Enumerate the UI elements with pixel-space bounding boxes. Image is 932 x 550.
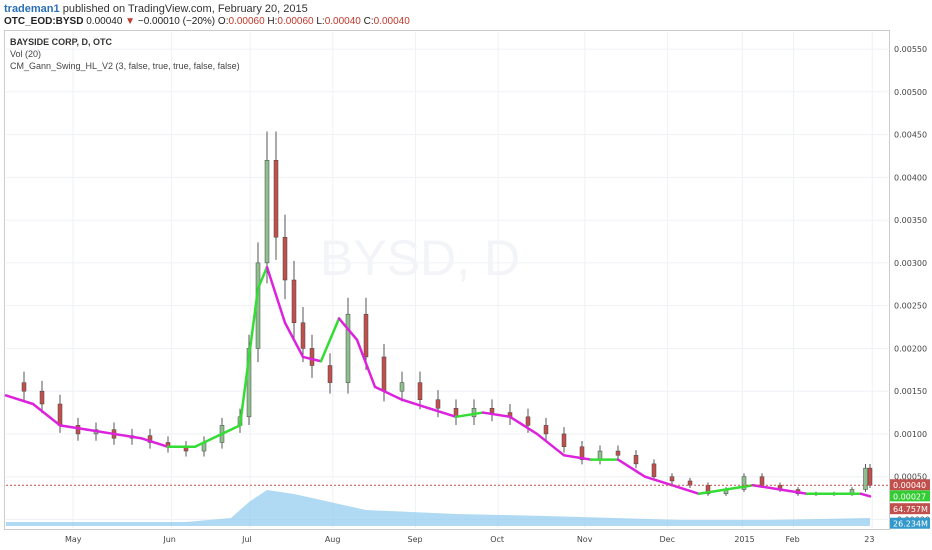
- candle-body: [417, 382, 423, 400]
- y-tick-label: 0.00150: [894, 387, 927, 396]
- candle-body: [300, 322, 306, 349]
- swing-line-segment: [58, 424, 89, 431]
- candle-body: [759, 476, 765, 486]
- y-tick-label: 0.00200: [894, 344, 927, 353]
- y-tick-label: 0.00350: [894, 216, 927, 225]
- candle-body: [615, 450, 621, 456]
- swing-line-segment: [724, 483, 755, 491]
- swing-line-segment: [139, 436, 170, 449]
- candle-body: [39, 390, 45, 405]
- swing-line-segment: [112, 432, 143, 440]
- candle-body: [489, 408, 495, 413]
- price-tag-label: 0.00040: [893, 481, 926, 490]
- swing-line-segment: [373, 385, 404, 401]
- candle-body: [363, 313, 369, 358]
- swing-line-segment: [427, 407, 458, 419]
- candle-body: [597, 450, 603, 460]
- y-tick-label: 0.00300: [894, 259, 927, 268]
- candle-body: [345, 313, 351, 383]
- swing-line-segment: [535, 432, 566, 457]
- swing-line-segment: [751, 483, 782, 491]
- legend-indicator[interactable]: CM_Gann_Swing_HL_V2 (3, false, true, tru…: [10, 60, 240, 72]
- x-tick-label: May: [65, 535, 82, 544]
- candle-body: [57, 403, 63, 426]
- x-tick-label: Aug: [325, 535, 341, 544]
- x-tick-label: Jul: [241, 535, 252, 544]
- x-tick-label: 2015: [734, 535, 754, 544]
- candle-body: [633, 455, 639, 465]
- watermark-symbol: BYSD, D: [320, 230, 520, 286]
- candle-body: [863, 467, 868, 490]
- candle-body: [327, 365, 333, 383]
- y-tick-label: 0.00100: [894, 430, 927, 439]
- swing-line-segment: [562, 454, 593, 461]
- candle-body: [651, 463, 657, 477]
- candle-body: [282, 236, 288, 281]
- swing-line-segment: [481, 411, 512, 419]
- legend-volume[interactable]: Vol (20): [10, 48, 240, 60]
- swing-line-segment: [697, 488, 728, 496]
- x-tick-label: Feb: [786, 535, 800, 544]
- legend-title: BAYSIDE CORP, D, OTC: [10, 37, 113, 47]
- candle-body: [309, 348, 315, 366]
- price-tag-label: 0.00027: [893, 492, 926, 501]
- y-tick-label: 0.00250: [894, 302, 927, 311]
- candle-body: [561, 433, 567, 448]
- chart-svg: 0.00550 0.00500 0.00450 0.00400 0.00350 0.003…: [4, 32, 930, 544]
- x-tick-label: 23: [864, 535, 874, 544]
- candle-body: [669, 476, 675, 482]
- swing-line-segment: [859, 492, 872, 498]
- x-tick-label: Jun: [162, 535, 176, 544]
- candle-body: [399, 382, 405, 392]
- candle-body: [543, 425, 549, 435]
- candle-body: [381, 356, 387, 392]
- candle-body: [867, 467, 873, 486]
- chart-legend: BAYSIDE CORP, D, OTC Vol (20) CM_Gann_Sw…: [10, 36, 240, 72]
- y-tick-label: 0.00550: [894, 45, 927, 54]
- x-tick-label: Nov: [577, 535, 593, 544]
- swing-line-segment: [31, 402, 62, 427]
- candle-body: [273, 160, 279, 238]
- x-tick-label: Sep: [408, 535, 423, 544]
- swing-line-segment: [265, 265, 287, 325]
- price-tag-label: 26.234M: [893, 520, 928, 529]
- y-tick-label: 0.00500: [894, 88, 927, 97]
- volume-area: [6, 490, 870, 526]
- candle-body: [291, 279, 297, 324]
- y-tick-label: 0.00400: [894, 173, 927, 182]
- swing-line-segment: [85, 428, 116, 436]
- swing-line-segment: [4, 394, 35, 406]
- swing-line-segment: [193, 432, 224, 449]
- y-tick-label: 0.00450: [894, 131, 927, 140]
- swing-line-segment: [616, 458, 647, 478]
- candle-body: [264, 160, 270, 264]
- swing-line-segment: [508, 415, 539, 436]
- candle-body: [525, 416, 531, 426]
- price-tag-label: 64.757M: [893, 505, 928, 514]
- swing-line-segment: [670, 483, 701, 496]
- x-tick-label: Oct: [490, 535, 504, 544]
- candle-body: [21, 382, 27, 392]
- candle-body: [435, 399, 441, 409]
- x-tick-label: Dec: [660, 535, 675, 544]
- swing-line-segment: [220, 424, 242, 436]
- candle-body: [687, 480, 693, 486]
- swing-line-segment: [454, 411, 485, 419]
